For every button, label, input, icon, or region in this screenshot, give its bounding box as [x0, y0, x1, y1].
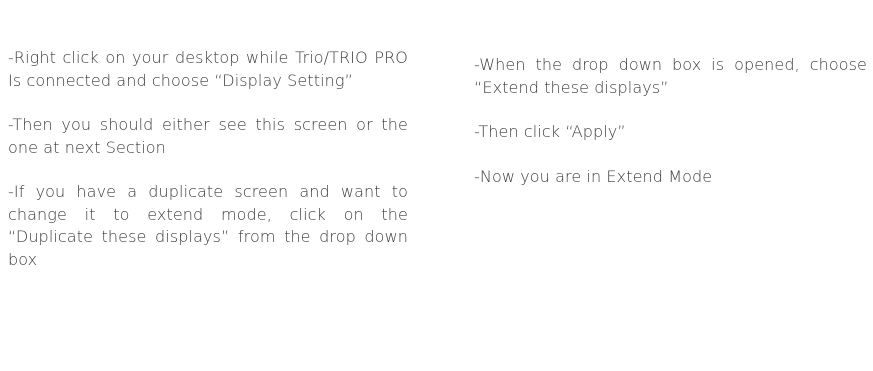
instruction-duplicate-to-extend: -If you have a duplicate screen and want… — [8, 182, 408, 269]
left-instructions-column: -Right click on your desktop while Trio/… — [8, 47, 408, 293]
instruction-right-click-desktop: -Right click on your desktop while Trio/… — [8, 48, 408, 90]
right-instructions-column: -When the drop down box is opened, choos… — [474, 47, 867, 210]
instruction-see-screen: -Then you should either see this screen … — [8, 115, 408, 157]
instruction-extend-mode-done: -Now you are in Extend Mode — [474, 166, 713, 186]
instruction-choose-extend: -When the drop down box is opened, choos… — [474, 55, 867, 97]
instruction-click-apply: -Then click “Apply” — [474, 122, 626, 141]
